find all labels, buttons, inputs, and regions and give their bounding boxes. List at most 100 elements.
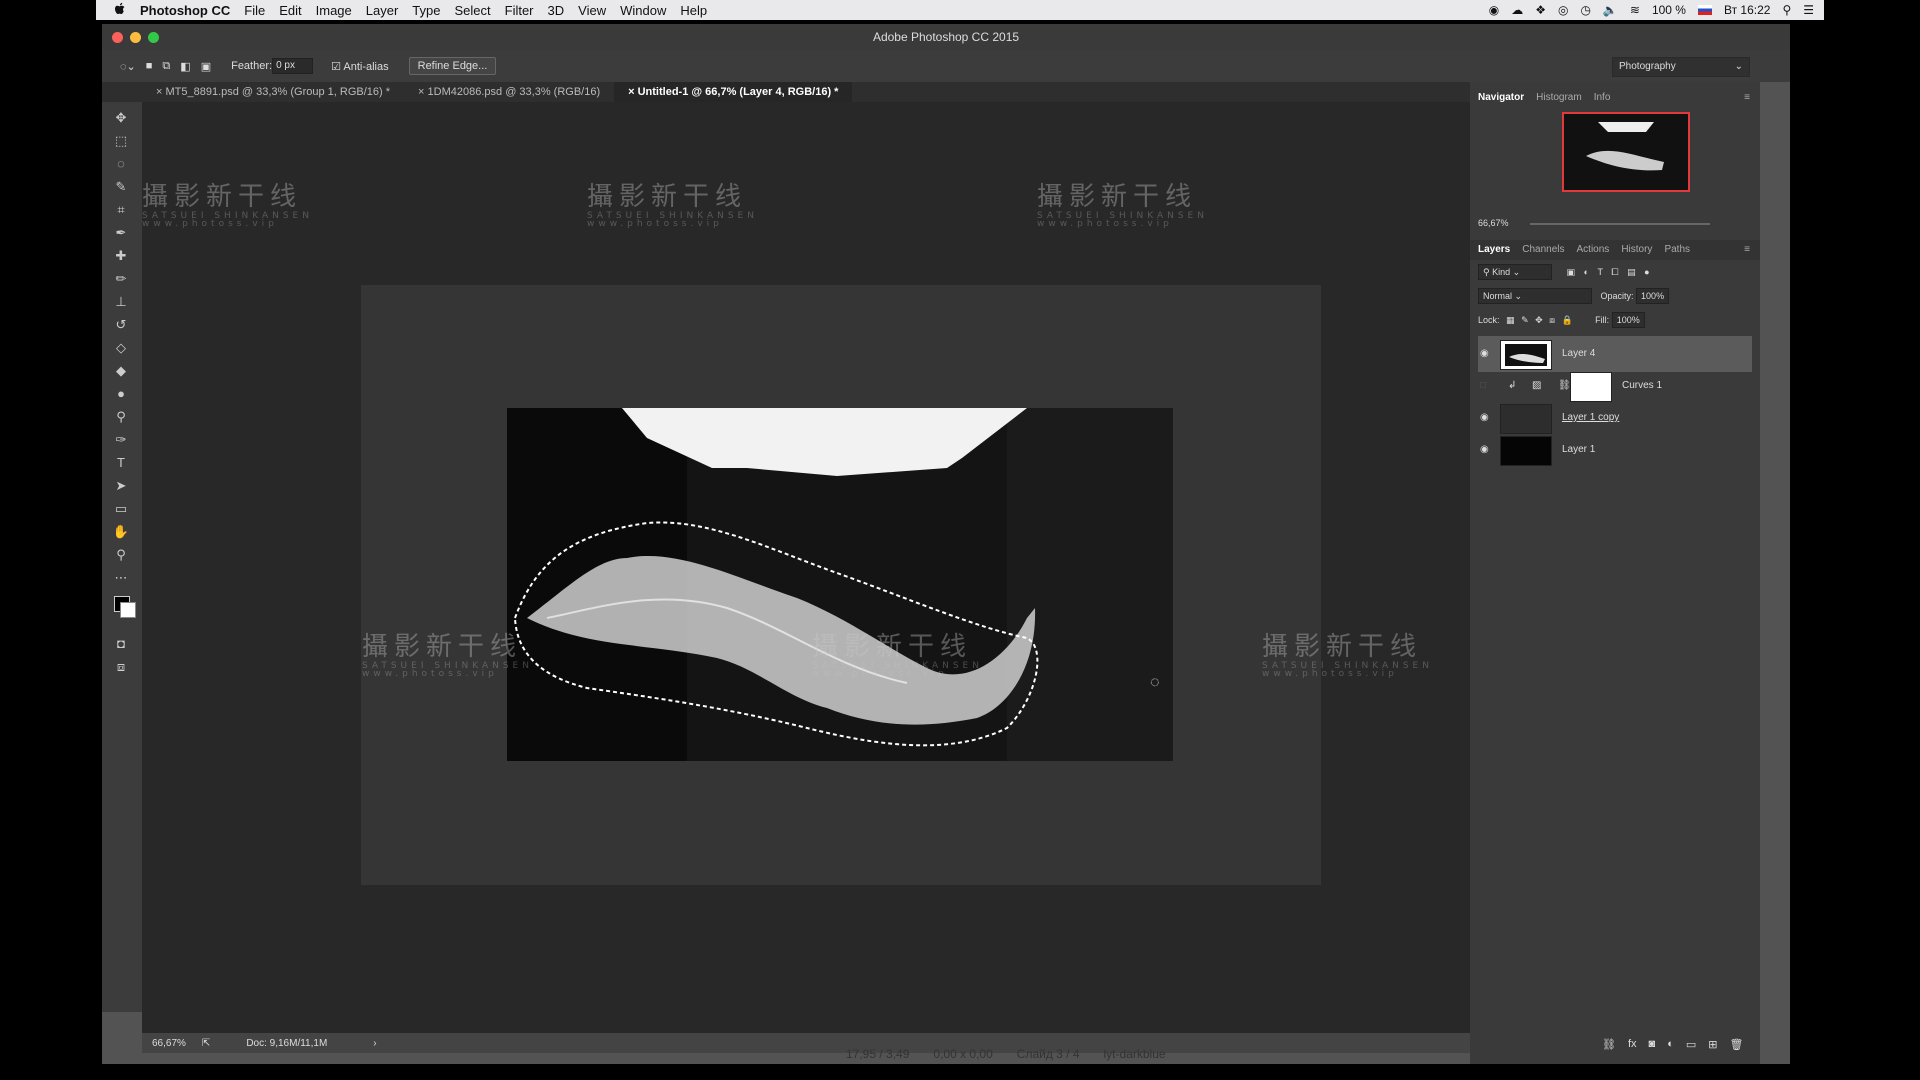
tab-mt5[interactable]: × MT5_8891.psd @ 33,3% (Group 1, RGB/16)… (142, 82, 404, 102)
zoom-level[interactable]: 66,67% (152, 1038, 186, 1049)
list-icon[interactable]: ☰ (1803, 3, 1814, 17)
menu-window[interactable]: Window (620, 3, 666, 18)
chevron-right-icon[interactable]: › (373, 1038, 376, 1049)
refine-edge-button[interactable]: Refine Edge... (408, 57, 497, 75)
workspace-select[interactable]: Photography ⌄ (1612, 57, 1750, 77)
photo-layer[interactable] (507, 408, 1173, 761)
screen-mode-icon[interactable]: ⧈ (110, 657, 132, 677)
close-button[interactable] (112, 32, 123, 43)
layer-name[interactable]: Layer 4 (1562, 348, 1595, 359)
nav-zoom[interactable]: 66,67% (1478, 218, 1509, 228)
flag-icon[interactable] (1697, 5, 1712, 15)
filter-shape-icon[interactable]: ⧠ (1611, 267, 1618, 277)
add-mask-icon[interactable]: ◙ (1649, 1038, 1656, 1051)
more-tools-icon[interactable]: ⋯ (110, 568, 132, 588)
lock-brush-icon[interactable]: ✎ (1521, 315, 1529, 325)
new-selection-icon[interactable]: ■ (146, 60, 153, 72)
dodge-tool-icon[interactable]: ⚲ (110, 407, 132, 427)
nav-zoom-slider[interactable] (1530, 223, 1710, 225)
panel-menu-icon[interactable]: ≡ (1744, 240, 1750, 260)
marquee-tool-icon[interactable]: ⬚ (110, 131, 132, 151)
quick-mask-icon[interactable]: ◘ (110, 634, 132, 654)
crop-tool-icon[interactable]: ⌗ (110, 200, 132, 220)
visibility-eye-icon[interactable]: ◉ (1480, 444, 1494, 456)
menu-layer[interactable]: Layer (366, 3, 399, 18)
visibility-eye-icon[interactable]: ◉ (1480, 412, 1494, 424)
intersect-selection-icon[interactable]: ▣ (201, 60, 211, 73)
eraser-tool-icon[interactable]: ◇ (110, 338, 132, 358)
menu-view[interactable]: View (578, 3, 606, 18)
lock-all-icon[interactable]: 🔒 (1561, 315, 1572, 325)
filter-pixel-icon[interactable]: ▣ (1567, 267, 1576, 277)
menu-edit[interactable]: Edit (279, 3, 301, 18)
minimize-button[interactable] (130, 32, 141, 43)
canvas-area[interactable]: 攝影新干线 SATSUEI SHINKANSEN www.photoss.vip 攝… (142, 102, 1470, 1033)
layer-row[interactable]: ◉ Layer 4 (1478, 336, 1752, 372)
opacity-input[interactable]: 100% (1636, 288, 1670, 304)
app-menu[interactable]: Photoshop CC (140, 3, 230, 18)
visibility-eye-icon[interactable]: ◉ (1480, 348, 1494, 360)
type-tool-icon[interactable]: T (110, 453, 132, 473)
layer-name[interactable]: Layer 1 (1562, 444, 1595, 455)
menu-select[interactable]: Select (454, 3, 490, 18)
layer-name[interactable]: Curves 1 (1622, 380, 1662, 391)
blur-tool-icon[interactable]: ● (110, 384, 132, 404)
eye-icon[interactable]: ◎ (1558, 3, 1568, 17)
time-machine-icon[interactable]: ◷ (1580, 3, 1590, 17)
history-brush-icon[interactable]: ↺ (110, 315, 132, 335)
tab-channels[interactable]: Channels (1522, 240, 1564, 260)
spotlight-icon[interactable]: ⚲ (1782, 3, 1791, 17)
pen-tool-icon[interactable]: ✑ (110, 430, 132, 450)
layer-row[interactable]: ◉ Layer 1 copy (1478, 400, 1752, 436)
tab-paths[interactable]: Paths (1664, 240, 1690, 260)
layer-row[interactable]: ◉ Layer 1 (1478, 432, 1752, 468)
tab-1dm[interactable]: × 1DM42086.psd @ 33,3% (RGB/16) (404, 82, 614, 102)
layer-row[interactable]: □ ↲ ▨ ⛓ Curves 1 (1478, 368, 1752, 404)
trash-icon[interactable]: 🗑 (1729, 1038, 1743, 1051)
lock-move-icon[interactable]: ✥ (1535, 315, 1543, 325)
filter-toggle-icon[interactable]: ● (1644, 267, 1649, 277)
menu-filter[interactable]: Filter (505, 3, 534, 18)
filter-adjust-icon[interactable]: ◐ (1584, 267, 1589, 277)
doc-size[interactable]: Doc: 9,16M/11,1M (246, 1038, 327, 1049)
move-tool-icon[interactable]: ✥ (110, 108, 132, 128)
clock[interactable]: Вт 16:22 (1724, 3, 1770, 17)
zoom-button[interactable] (148, 32, 159, 43)
rectangle-tool-icon[interactable]: ▭ (110, 499, 132, 519)
tab-info[interactable]: Info (1594, 88, 1611, 108)
kind-filter[interactable]: ⚲ Kind ⌄ (1478, 264, 1552, 280)
battery-text[interactable]: 100 % (1652, 3, 1686, 17)
menu-image[interactable]: Image (316, 3, 352, 18)
menu-3d[interactable]: 3D (548, 3, 565, 18)
tab-layers[interactable]: Layers (1478, 240, 1510, 260)
quick-select-tool-icon[interactable]: ✎ (110, 177, 132, 197)
eyedropper-tool-icon[interactable]: ✒ (110, 223, 132, 243)
fill-input[interactable]: 100% (1611, 312, 1645, 328)
volume-icon[interactable]: 🔈 (1603, 3, 1618, 17)
panel-menu-icon[interactable]: ≡ (1744, 88, 1750, 108)
lock-artboard-icon[interactable]: ⧈ (1549, 315, 1555, 325)
visibility-off-icon[interactable]: □ (1480, 380, 1494, 392)
feather-input[interactable]: 0 px (272, 58, 314, 74)
add-selection-icon[interactable]: ⧉ (162, 60, 170, 73)
mask-thumbnail[interactable] (1570, 372, 1612, 402)
menu-file[interactable]: File (244, 3, 265, 18)
wifi-icon[interactable]: ≋ (1630, 3, 1640, 17)
brush-tool-icon[interactable]: ✏ (110, 269, 132, 289)
apple-icon[interactable] (114, 2, 126, 19)
antialias-checkbox[interactable]: ☑ Anti-alias (331, 60, 389, 73)
new-layer-icon[interactable]: ⊞ (1708, 1038, 1717, 1051)
link-layers-icon[interactable]: ⛓ (1602, 1038, 1616, 1051)
tab-histogram[interactable]: Histogram (1536, 88, 1582, 108)
paint-bucket-icon[interactable]: ◆ (110, 361, 132, 381)
path-select-icon[interactable]: ➤ (110, 476, 132, 496)
layer-name[interactable]: Layer 1 copy (1562, 412, 1619, 423)
menu-type[interactable]: Type (412, 3, 440, 18)
filter-smart-icon[interactable]: ▤ (1627, 267, 1636, 277)
tab-history[interactable]: History (1621, 240, 1652, 260)
healing-tool-icon[interactable]: ✚ (110, 246, 132, 266)
menu-help[interactable]: Help (680, 3, 707, 18)
new-adjustment-icon[interactable]: ◐ (1667, 1038, 1674, 1051)
filter-type-icon[interactable]: T (1598, 267, 1603, 277)
navigator-thumbnail[interactable] (1562, 112, 1690, 192)
